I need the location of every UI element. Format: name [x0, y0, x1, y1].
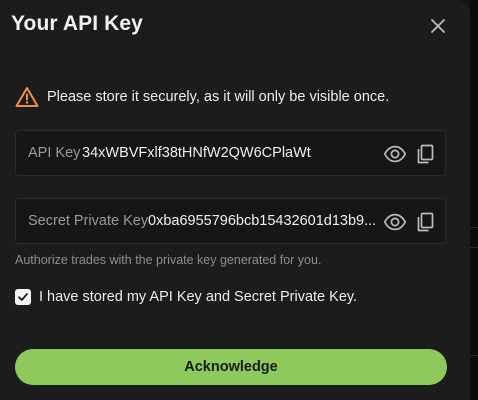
eye-icon	[383, 145, 407, 163]
copy-icon	[417, 212, 434, 232]
api-key-modal: Your API Key Please store it securely, a…	[0, 0, 470, 400]
api-key-label: API Key	[28, 145, 81, 161]
close-button[interactable]	[427, 15, 449, 37]
api-key-copy-button[interactable]	[413, 142, 437, 166]
close-icon	[431, 19, 445, 33]
secret-key-field: Secret Private Key 0xba6955796bcb1543260…	[15, 198, 446, 244]
background-divider	[470, 355, 478, 356]
api-key-value[interactable]: 34xWBVFxlf38tHNfW2QW6CPlaWt	[82, 145, 372, 161]
secret-key-copy-button[interactable]	[413, 210, 437, 234]
eye-icon	[383, 213, 407, 231]
warning-notice: Please store it securely, as it will onl…	[15, 86, 389, 108]
confirm-checkbox[interactable]	[15, 289, 31, 305]
api-key-field: API Key 34xWBVFxlf38tHNfW2QW6CPlaWt	[15, 130, 446, 176]
confirm-stored-row[interactable]: I have stored my API Key and Secret Priv…	[15, 289, 357, 305]
api-key-reveal-button[interactable]	[383, 142, 407, 166]
background-panel-edge	[470, 0, 478, 400]
confirm-label: I have stored my API Key and Secret Priv…	[39, 289, 358, 305]
background-divider	[470, 247, 478, 248]
background-divider	[470, 227, 478, 228]
secret-key-reveal-button[interactable]	[383, 210, 407, 234]
acknowledge-button[interactable]: Acknowledge	[15, 349, 447, 385]
secret-key-label: Secret Private Key	[28, 213, 149, 229]
secret-key-value[interactable]: 0xba6955796bcb15432601d13b9...	[148, 213, 380, 229]
helper-text: Authorize trades with the private key ge…	[15, 253, 322, 267]
copy-icon	[417, 144, 434, 164]
warning-icon	[15, 87, 39, 107]
warning-text: Please store it securely, as it will onl…	[47, 89, 390, 105]
checkmark-icon	[18, 293, 28, 301]
modal-title: Your API Key	[11, 12, 143, 35]
